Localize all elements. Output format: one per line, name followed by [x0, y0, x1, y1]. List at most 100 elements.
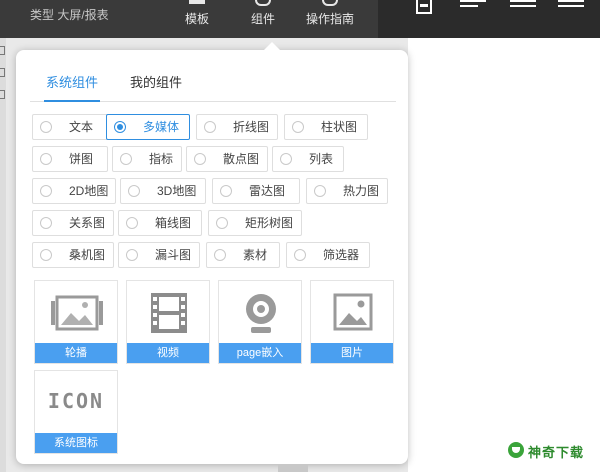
component-label: 饼图: [69, 152, 94, 166]
guide-icon: [322, 0, 338, 6]
picture-icon: [333, 293, 373, 331]
radio-icon: [214, 249, 226, 261]
component-sankey[interactable]: 桑机图: [32, 242, 114, 268]
component-label: 3D地图: [157, 184, 197, 198]
component-label: 矩形树图: [245, 216, 294, 230]
media-card-label: 轮播: [35, 343, 117, 363]
component-label: 散点图: [223, 152, 260, 166]
radio-icon: [40, 121, 52, 133]
component-multimedia[interactable]: 多媒体: [106, 114, 190, 140]
top-toolbar: 类型 大屏/报表 模板 组件 操作指南: [0, 0, 600, 38]
component-3d-map[interactable]: 3D地图: [120, 178, 206, 204]
component-label: 折线图: [233, 120, 270, 134]
right-toolbar: [378, 0, 600, 38]
icon-text-icon: ICON: [47, 389, 105, 413]
component-label: 2D地图: [69, 184, 109, 198]
component-funnel[interactable]: 漏斗图: [118, 242, 200, 268]
component-label: 指标: [149, 152, 174, 166]
component-label: 素材: [243, 248, 268, 262]
carousel-icon: [51, 295, 103, 331]
radio-icon: [40, 185, 52, 197]
media-card-label: page嵌入: [219, 343, 301, 363]
align-center-icon[interactable]: [510, 0, 536, 12]
media-card-image[interactable]: 图片: [310, 280, 394, 364]
component-box-plot[interactable]: 箱线图: [118, 210, 202, 236]
component-2d-map[interactable]: 2D地图: [32, 178, 116, 204]
component-filter[interactable]: 筛选器: [286, 242, 370, 268]
component-indicator[interactable]: 指标: [112, 146, 182, 172]
guide-button[interactable]: 操作指南: [303, 0, 357, 38]
component-label: 列表: [309, 152, 334, 166]
edge-icon[interactable]: [0, 46, 5, 55]
film-icon: [151, 293, 187, 333]
media-card-label: 视频: [127, 343, 209, 363]
component-label: 组件: [250, 12, 275, 26]
component-line-chart[interactable]: 折线图: [196, 114, 278, 140]
left-edge-strip: [0, 38, 6, 472]
radio-icon: [40, 217, 52, 229]
radio-icon: [314, 185, 326, 197]
radio-icon: [126, 217, 138, 229]
align-right-icon[interactable]: [558, 0, 584, 12]
tab-my-components[interactable]: 我的组件: [130, 74, 182, 102]
template-button[interactable]: 模板: [182, 0, 212, 38]
component-label: 箱线图: [155, 216, 192, 230]
align-left-icon[interactable]: [460, 0, 486, 12]
radio-icon: [216, 217, 228, 229]
component-material[interactable]: 素材: [206, 242, 280, 268]
component-label: 漏斗图: [155, 248, 192, 262]
webcam-icon: [246, 294, 276, 333]
component-label: 桑机图: [69, 248, 106, 262]
watermark-text: 神奇下载: [528, 445, 585, 460]
component-tabs: 系统组件 我的组件: [30, 74, 396, 102]
component-label: 文本: [69, 120, 94, 134]
component-treemap[interactable]: 矩形树图: [208, 210, 302, 236]
guide-label: 操作指南: [305, 12, 354, 26]
media-card-label: 系统图标: [35, 433, 117, 453]
design-canvas[interactable]: [408, 38, 600, 472]
media-card-carousel[interactable]: 轮播: [34, 280, 118, 364]
watermark-logo-icon: [508, 442, 524, 458]
edge-icon[interactable]: [0, 90, 5, 99]
media-card-video[interactable]: 视频: [126, 280, 210, 364]
radio-icon: [120, 153, 132, 165]
tab-system-components[interactable]: 系统组件: [44, 74, 101, 102]
component-button[interactable]: 组件: [248, 0, 278, 38]
component-relation-chart[interactable]: 关系图: [32, 210, 114, 236]
component-label: 柱状图: [321, 120, 358, 134]
media-card-system-icon[interactable]: ICON 系统图标: [34, 370, 118, 454]
media-card-label: 图片: [311, 343, 393, 363]
edge-icon[interactable]: [0, 68, 5, 77]
radio-icon: [40, 153, 52, 165]
radio-icon: [292, 121, 304, 133]
component-list[interactable]: 列表: [272, 146, 344, 172]
component-icon: [255, 0, 271, 6]
template-icon: [189, 0, 205, 4]
component-label: 热力图: [343, 184, 380, 198]
media-card-page-embed[interactable]: page嵌入: [218, 280, 302, 364]
component-label: 筛选器: [323, 248, 360, 262]
component-text[interactable]: 文本: [32, 114, 114, 140]
watermark: 神奇下载: [508, 440, 596, 462]
page-icon[interactable]: [416, 0, 432, 14]
radio-icon: [220, 185, 232, 197]
component-heat-map[interactable]: 热力图: [306, 178, 388, 204]
radio-selected-icon: [114, 121, 126, 133]
component-label: 雷达图: [249, 184, 286, 198]
component-pie-chart[interactable]: 饼图: [32, 146, 108, 172]
template-label: 模板: [184, 12, 209, 26]
component-label: 多媒体: [143, 120, 180, 134]
radio-icon: [126, 249, 138, 261]
radio-icon: [294, 249, 306, 261]
component-scatter-chart[interactable]: 散点图: [186, 146, 268, 172]
scroll-stub: [278, 464, 308, 472]
radio-icon: [40, 249, 52, 261]
radio-icon: [194, 153, 206, 165]
radio-icon: [204, 121, 216, 133]
type-label: 类型 大屏/报表: [30, 8, 109, 22]
component-radar-chart[interactable]: 雷达图: [212, 178, 300, 204]
component-label: 关系图: [69, 216, 106, 230]
radio-icon: [128, 185, 140, 197]
component-bar-chart[interactable]: 柱状图: [284, 114, 368, 140]
radio-icon: [280, 153, 292, 165]
